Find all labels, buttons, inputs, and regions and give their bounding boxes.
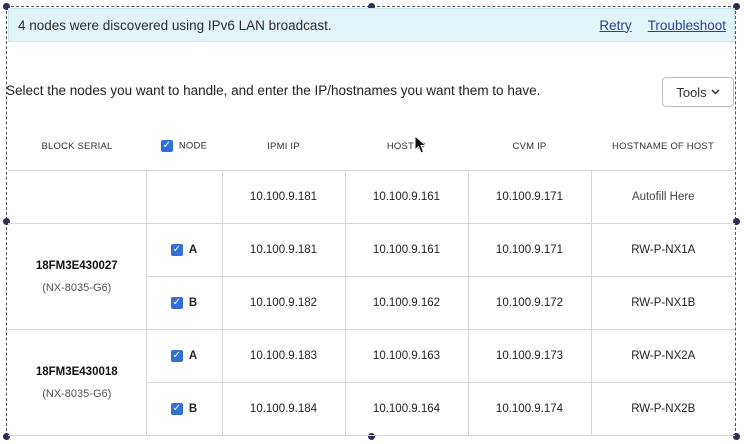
- node-cell: ✓ B: [146, 382, 223, 436]
- cvm-ip-input[interactable]: 10.100.9.173: [467, 329, 592, 383]
- col-header-node: ✓ NODE: [146, 122, 222, 171]
- retry-link[interactable]: Retry: [599, 18, 631, 33]
- col-header-host-ip: HOST IP: [345, 122, 468, 171]
- block-model: (NX-8035-G6): [42, 387, 112, 400]
- host-ip-input[interactable]: 10.100.9.164: [344, 382, 469, 436]
- host-ip-input[interactable]: 10.100.9.163: [344, 329, 469, 383]
- node-checkbox[interactable]: ✓: [170, 349, 183, 362]
- node-label: B: [188, 297, 198, 310]
- autofill-hostname-input[interactable]: Autofill Here: [590, 170, 735, 224]
- table-header-row: BLOCK SERIAL ✓ NODE IPMI IP HOST IP CVM I…: [8, 122, 735, 171]
- node-label: A: [188, 350, 198, 363]
- instructions-text: Select the nodes you want to handle, and…: [6, 83, 541, 98]
- cvm-ip-input[interactable]: 10.100.9.174: [467, 382, 592, 436]
- block-serial: 18FM3E430018: [35, 365, 118, 378]
- select-all-checkbox[interactable]: ✓: [160, 140, 173, 152]
- autofill-serial-cell: [8, 170, 147, 224]
- block-serial-cell: 18FM3E430027 (NX-8035-G6): [8, 223, 147, 330]
- block-serial: 18FM3E430027: [35, 259, 118, 272]
- cvm-ip-input[interactable]: 10.100.9.172: [467, 276, 592, 330]
- ipmi-ip-input[interactable]: 10.100.9.181: [221, 223, 346, 277]
- table-row: 18FM3E430018 (NX-8035-G6) ✓ A 10.100.9.18…: [8, 329, 735, 436]
- node-label: A: [188, 244, 198, 257]
- node-cell: ✓ A: [145, 223, 223, 277]
- col-header-ipmi-ip: IPMI IP: [222, 122, 345, 171]
- host-ip-input[interactable]: 10.100.9.161: [344, 223, 469, 277]
- ipmi-ip-input[interactable]: 10.100.9.184: [221, 382, 346, 436]
- col-header-cvm-ip: CVM IP: [468, 122, 591, 171]
- autofill-cvm-ip-input[interactable]: 10.100.9.171: [467, 170, 592, 224]
- autofill-node-cell: [145, 170, 223, 224]
- ipmi-ip-input[interactable]: 10.100.9.183: [221, 329, 346, 383]
- hostname-input[interactable]: RW-P-NX1B: [590, 276, 735, 330]
- nodes-table: BLOCK SERIAL ✓ NODE IPMI IP HOST IP CVM I…: [8, 122, 735, 436]
- node-checkbox[interactable]: ✓: [170, 243, 183, 256]
- block-model: (NX-8035-G6): [42, 281, 112, 294]
- hostname-input[interactable]: RW-P-NX1A: [590, 223, 735, 277]
- col-header-block-serial: BLOCK SERIAL: [8, 122, 146, 171]
- block-serial-cell: 18FM3E430018 (NX-8035-G6): [8, 329, 147, 436]
- hostname-input[interactable]: RW-P-NX2A: [590, 329, 735, 383]
- autofill-row: 10.100.9.181 10.100.9.161 10.100.9.171 A…: [8, 170, 735, 224]
- autofill-host-ip-input[interactable]: 10.100.9.161: [344, 170, 469, 224]
- discovery-banner: 4 nodes were discovered using IPv6 LAN b…: [8, 8, 735, 42]
- col-header-node-label: NODE: [178, 140, 208, 152]
- mouse-cursor-icon: [414, 135, 428, 154]
- troubleshoot-link[interactable]: Troubleshoot: [648, 18, 726, 33]
- tools-dropdown[interactable]: Tools: [662, 77, 734, 107]
- banner-message: 4 nodes were discovered using IPv6 LAN b…: [18, 17, 332, 33]
- node-checkbox[interactable]: ✓: [170, 296, 183, 309]
- col-header-hostname: HOSTNAME OF HOST: [591, 122, 735, 171]
- chevron-down-icon: [711, 87, 720, 98]
- ipmi-ip-input[interactable]: 10.100.9.182: [221, 276, 346, 330]
- node-cell: ✓ A: [145, 329, 223, 383]
- host-ip-input[interactable]: 10.100.9.162: [344, 276, 469, 330]
- table-row: 18FM3E430027 (NX-8035-G6) ✓ A 10.100.9.18…: [8, 223, 735, 330]
- tools-label: Tools: [676, 84, 707, 100]
- cvm-ip-input[interactable]: 10.100.9.171: [467, 223, 592, 277]
- node-checkbox[interactable]: ✓: [170, 402, 183, 415]
- node-cell: ✓ B: [146, 276, 223, 330]
- node-label: B: [188, 403, 198, 416]
- hostname-input[interactable]: RW-P-NX2B: [590, 382, 735, 436]
- autofill-ipmi-ip-input[interactable]: 10.100.9.181: [221, 170, 346, 224]
